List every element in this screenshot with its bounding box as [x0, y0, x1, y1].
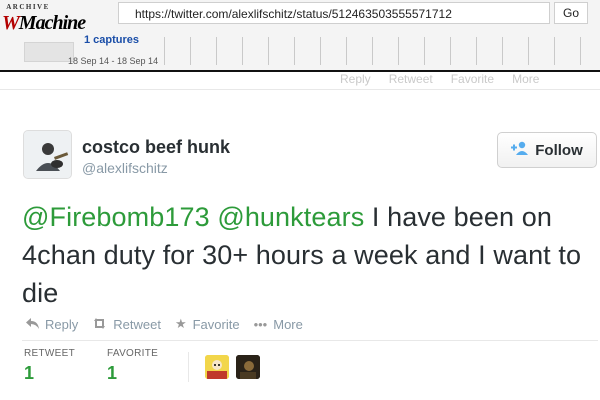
more-dots-icon: ••• — [253, 316, 268, 332]
retweet-count: 1 — [24, 363, 35, 383]
retweeter-avatar[interactable] — [236, 355, 260, 379]
favorite-button[interactable]: ★ Favorite — [175, 316, 240, 332]
url-input[interactable]: https://twitter.com/alexlifschitz/status… — [118, 2, 550, 24]
reply-button[interactable]: Reply — [26, 317, 78, 332]
mention-link[interactable]: @hunktears — [217, 202, 364, 232]
favorite-count: 1 — [107, 363, 118, 383]
stat-separator — [188, 352, 189, 382]
follow-user-icon — [511, 141, 529, 160]
wayback-logo[interactable]: ARCHIVE WMachine — [2, 3, 86, 45]
wayback-toolbar: ARCHIVE WMachine https://twitter.com/ale… — [0, 0, 600, 70]
follow-label: Follow — [535, 141, 583, 159]
display-name[interactable]: costco beef hunk — [82, 137, 230, 158]
more-button[interactable]: ••• More — [254, 317, 303, 332]
mention-link[interactable]: @Firebomb173 — [22, 202, 210, 232]
retweet-stat-label: RETWEET — [24, 348, 75, 359]
capture-thumbnail[interactable] — [24, 42, 74, 62]
go-button[interactable]: Go — [554, 2, 588, 24]
screen-name[interactable]: @alexlifschitz — [82, 160, 168, 176]
tweet-top-border — [0, 89, 600, 90]
user-avatar[interactable] — [23, 130, 72, 179]
star-icon: ★ — [174, 316, 187, 331]
favorite-stat[interactable]: FAVORITE 1 — [107, 348, 158, 384]
tweet-text: @Firebomb173 @hunktears I have been on 4… — [22, 198, 592, 312]
logo-machine-text: WMachine — [2, 12, 86, 34]
favoriter-avatar[interactable] — [205, 355, 229, 379]
stats-divider — [22, 340, 598, 341]
faded-tweet-actions: Reply Retweet Favorite More — [340, 72, 540, 86]
retweet-button[interactable]: Retweet — [92, 317, 161, 332]
logo-archive-text: ARCHIVE — [6, 3, 50, 11]
retweet-stat[interactable]: RETWEET 1 — [24, 348, 75, 384]
capture-calendar-strip[interactable] — [164, 37, 600, 67]
captures-link[interactable]: 1 captures — [84, 34, 139, 46]
tweet-actions: Reply Retweet ★ Favorite ••• More — [26, 316, 317, 332]
reply-icon — [26, 317, 39, 332]
favorite-stat-label: FAVORITE — [107, 348, 159, 359]
retweet-icon — [92, 317, 107, 332]
follow-button[interactable]: Follow — [497, 132, 597, 168]
capture-date-range: 18 Sep 14 - 18 Sep 14 — [68, 56, 159, 66]
